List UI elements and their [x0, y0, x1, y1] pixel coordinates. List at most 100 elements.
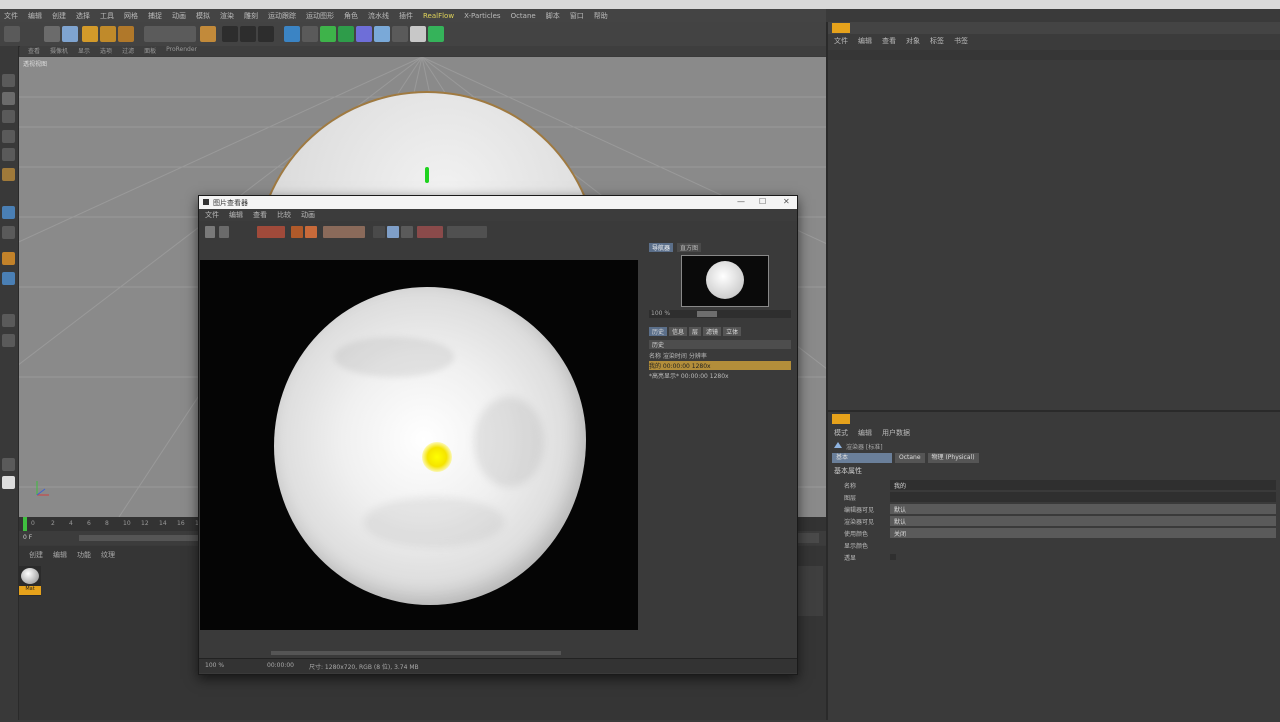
- tab-navigator[interactable]: 导航器: [649, 243, 674, 252]
- attr-dropdown[interactable]: [890, 528, 1276, 538]
- render-picture-viewer-icon[interactable]: [240, 26, 256, 42]
- object-menu-item[interactable]: 查看: [882, 36, 896, 47]
- rotate-tool-icon[interactable]: [100, 26, 116, 42]
- tab-layers[interactable]: 层: [689, 327, 702, 336]
- attr-dropdown[interactable]: [890, 516, 1276, 526]
- light-icon[interactable]: [410, 26, 426, 42]
- history-row[interactable]: 我的 00:00:00 1280x: [649, 361, 791, 370]
- pv-menu-item[interactable]: 比较: [277, 210, 291, 220]
- snap-icon[interactable]: [2, 252, 15, 265]
- deformer-icon[interactable]: [356, 26, 372, 42]
- navigator-thumbnail[interactable]: [681, 255, 769, 307]
- render-view-icon[interactable]: [222, 26, 238, 42]
- pv-menu-item[interactable]: 编辑: [229, 210, 243, 220]
- pv-menu-item[interactable]: 文件: [205, 210, 219, 220]
- object-tab-icon[interactable]: [832, 23, 850, 33]
- points-mode-icon[interactable]: [2, 130, 15, 143]
- axis-x-icon[interactable]: [144, 26, 196, 42]
- menu-item[interactable]: 运动图形: [306, 11, 334, 21]
- open-icon[interactable]: [205, 226, 215, 238]
- playback-buttons[interactable]: [797, 533, 819, 543]
- channel-rgb-icon[interactable]: [373, 226, 385, 238]
- zoom-slider[interactable]: 100 %: [649, 310, 791, 318]
- save-icon[interactable]: [219, 226, 229, 238]
- render-region-icon[interactable]: [257, 226, 285, 238]
- workplane-icon[interactable]: [2, 226, 15, 239]
- viewport-menu-item[interactable]: ProRender: [166, 46, 197, 56]
- coordinate-system-icon[interactable]: [200, 26, 216, 42]
- tab-history[interactable]: 历史: [649, 327, 668, 336]
- attribute-menu-item[interactable]: 模式: [834, 428, 848, 438]
- camera-icon[interactable]: [392, 26, 408, 42]
- render-again-icon[interactable]: [305, 226, 317, 238]
- tag-icon[interactable]: [428, 26, 444, 42]
- object-menu-item[interactable]: 文件: [834, 36, 848, 47]
- axis-lock-icon[interactable]: [2, 272, 15, 285]
- array-icon[interactable]: [338, 26, 354, 42]
- material-menu-item[interactable]: 功能: [77, 550, 91, 560]
- menu-item[interactable]: Octane: [511, 12, 536, 20]
- render-canvas[interactable]: [200, 260, 638, 630]
- model-mode-icon[interactable]: [2, 92, 15, 105]
- move-tool-icon[interactable]: [44, 26, 60, 42]
- live-select-icon[interactable]: [62, 26, 78, 42]
- menu-item[interactable]: 角色: [344, 11, 358, 21]
- move-gizmo-y-axis[interactable]: [425, 167, 429, 183]
- viewport-menu-item[interactable]: 面板: [144, 46, 156, 56]
- display-mode-icon[interactable]: [417, 226, 443, 238]
- texture-mode-icon[interactable]: [2, 110, 15, 123]
- spline-pen-icon[interactable]: [302, 26, 318, 42]
- menu-item[interactable]: 捕捉: [148, 11, 162, 21]
- make-editable-icon[interactable]: [2, 74, 15, 87]
- ab-compare-icon[interactable]: [323, 226, 365, 238]
- menu-item[interactable]: 流水线: [368, 11, 389, 21]
- polygons-mode-icon[interactable]: [2, 168, 15, 181]
- attr-tab-physical[interactable]: 物理 (Physical): [927, 453, 979, 463]
- recent-tool-icon[interactable]: [118, 26, 134, 42]
- attr-checkbox[interactable]: [890, 554, 896, 560]
- picture-viewer-titlebar[interactable]: 图片查看器 — ☐ ✕: [199, 196, 797, 209]
- pv-menu-item[interactable]: 动画: [301, 210, 315, 220]
- filter-icon[interactable]: [447, 226, 487, 238]
- object-menu-item[interactable]: 编辑: [858, 36, 872, 47]
- horizontal-scrollbar[interactable]: [271, 651, 561, 655]
- zoom-slider-knob[interactable]: [697, 311, 717, 317]
- maximize-icon[interactable]: ☐: [759, 197, 766, 206]
- menu-item[interactable]: 网格: [124, 11, 138, 21]
- cube-icon[interactable]: [284, 26, 300, 42]
- object-menu-item[interactable]: 对象: [906, 36, 920, 47]
- object-list[interactable]: [828, 50, 1280, 60]
- menu-item[interactable]: 脚本: [546, 11, 560, 21]
- menu-item[interactable]: 帮助: [594, 11, 608, 21]
- menu-item[interactable]: X-Particles: [464, 12, 500, 20]
- menu-item[interactable]: 选择: [76, 11, 90, 21]
- menu-item[interactable]: 编辑: [28, 11, 42, 21]
- object-menu-item[interactable]: 标签: [930, 36, 944, 47]
- mode-arrow-icon[interactable]: [834, 442, 842, 448]
- paint-icon[interactable]: [2, 458, 15, 471]
- menu-item[interactable]: 渲染: [220, 11, 234, 21]
- solo-icon[interactable]: [2, 334, 15, 347]
- viewport-menu-item[interactable]: 查看: [28, 46, 40, 56]
- edges-mode-icon[interactable]: [2, 148, 15, 161]
- sculpt-icon[interactable]: [2, 206, 15, 219]
- lock-icon[interactable]: [2, 314, 15, 327]
- attr-dropdown[interactable]: [890, 504, 1276, 514]
- stop-render-icon[interactable]: [291, 226, 303, 238]
- history-row[interactable]: *高亮显示* 00:00:00 1280x: [649, 371, 791, 380]
- attr-field[interactable]: [890, 480, 1276, 490]
- attribute-menu-item[interactable]: 编辑: [858, 428, 872, 438]
- viewport-menu-item[interactable]: 选项: [100, 46, 112, 56]
- tab-filter[interactable]: 滤镜: [703, 327, 722, 336]
- viewport-menu-item[interactable]: 显示: [78, 46, 90, 56]
- attribute-menu-item[interactable]: 用户数据: [882, 428, 910, 438]
- render-settings-icon[interactable]: [258, 26, 274, 42]
- object-menu-item[interactable]: 书签: [954, 36, 968, 47]
- tab-histogram[interactable]: 直方图: [677, 243, 702, 252]
- material-menu-item[interactable]: 创建: [29, 550, 43, 560]
- menu-item[interactable]: 动画: [172, 11, 186, 21]
- tab-info[interactable]: 信息: [669, 327, 688, 336]
- pv-menu-item[interactable]: 查看: [253, 210, 267, 220]
- material-thumbnail[interactable]: Mat: [19, 566, 41, 596]
- viewport-menu-item[interactable]: 摄像机: [50, 46, 68, 56]
